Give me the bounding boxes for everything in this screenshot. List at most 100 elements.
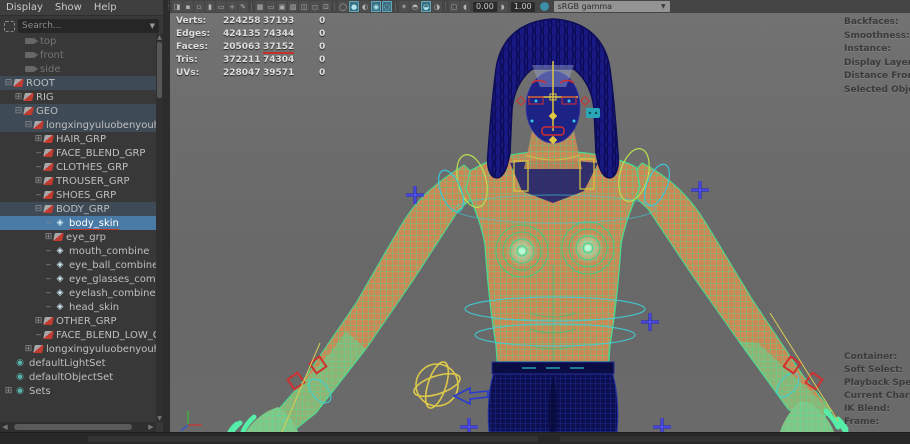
outliner-item-defaultObjectSet[interactable]: ◉defaultObjectSet [0, 370, 156, 384]
outliner-item-front[interactable]: front [0, 48, 156, 62]
film-gate-icon[interactable]: ▦ [255, 1, 265, 12]
grease-pencil-icon[interactable]: ✎ [238, 1, 248, 12]
safe-title-icon[interactable]: ◻ [310, 1, 320, 12]
outliner-item-label: SHOES_GRP [56, 190, 116, 201]
field-chart-icon[interactable]: ▧ [288, 1, 298, 12]
rotate-gyro-control[interactable] [411, 359, 462, 410]
panel-separator[interactable]: ⋮⋮ [163, 0, 170, 432]
outliner-item-mouth_combine[interactable]: ‒◈mouth_combine [0, 244, 156, 258]
chevron-down-icon: ▼ [661, 1, 666, 12]
outliner-item-label: FACE_BLEND_LOW_GRP [56, 330, 156, 341]
outliner-item-CLOTHES_GRP[interactable]: ‒CLOTHES_GRP [0, 160, 156, 174]
outliner-item-ROOT[interactable]: ⊟ROOT [0, 76, 156, 90]
outliner-item-eye_ball_combine[interactable]: ‒◈eye_ball_combine [0, 258, 156, 272]
vertical-scroll-thumb[interactable] [157, 42, 162, 98]
outliner-vertical-scrollbar[interactable]: ▲ ▼ [156, 34, 163, 422]
shaded-icon[interactable]: ● [349, 1, 359, 12]
outliner-item-label: longxingyuluobenyouhuaban_L [46, 344, 156, 355]
scroll-left-icon[interactable]: ◀ [0, 423, 10, 431]
ao-icon[interactable]: ◒ [421, 1, 431, 12]
expand-icon[interactable]: ⊞ [3, 386, 14, 396]
outliner-item-side[interactable]: side [0, 62, 156, 76]
character-jeans [488, 362, 617, 432]
outliner-item-OTHER_GRP[interactable]: ⊞OTHER_GRP [0, 314, 156, 328]
exposure-icon[interactable]: ◖ [460, 1, 470, 12]
tree-connector: ‒ [43, 274, 54, 284]
poly-count-value: Faces: [176, 42, 208, 52]
outliner-item-label: OTHER_GRP [56, 316, 117, 327]
set-icon: ◉ [14, 372, 26, 382]
resolution-gate-icon[interactable]: ▭ [266, 1, 276, 12]
search-options-icon[interactable]: ▼ [150, 23, 155, 30]
scroll-up-icon[interactable]: ▲ [156, 34, 163, 41]
transform-icon [43, 317, 54, 325]
outliner-search-row: ▼ [0, 16, 163, 36]
outliner-item-TROUSER_GRP[interactable]: ⊞TROUSER_GRP [0, 174, 156, 188]
outliner-item-head_skin[interactable]: ‒◈head_skin [0, 300, 156, 314]
hud-label: Container: [844, 351, 910, 364]
outliner-item-eye_grp[interactable]: ⊞eye_grp [0, 230, 156, 244]
xray-icon[interactable]: ◌ [382, 1, 392, 12]
poly-count-value: UVs: [176, 68, 199, 78]
outliner-item-HAIR_GRP[interactable]: ⊞HAIR_GRP [0, 132, 156, 146]
viewport-panel: ◨▪▫▮▭+✎▦▭▣▧◫◻⊡◯●◐◉◌✶◓◒◑▢ ◖ 0.00 ◗ 1.00 s… [170, 0, 910, 432]
outliner-item-RIG[interactable]: ⊞RIG [0, 90, 156, 104]
outliner-item-top[interactable]: top [0, 34, 156, 48]
outliner-item-defaultLightSet[interactable]: ◉defaultLightSet [0, 356, 156, 370]
outliner-horizontal-scrollbar[interactable]: ◀ ▶ [0, 422, 156, 432]
pan-zoom-icon[interactable]: + [227, 1, 237, 12]
select-camera-icon[interactable]: ◨ [172, 1, 182, 12]
menu-show[interactable]: Show [55, 2, 82, 13]
bookmark-icon[interactable]: ▮ [205, 1, 215, 12]
outliner-panel: Display Show Help ▼ topfrontside⊟ROOT⊞RI… [0, 0, 163, 432]
color-management-icon[interactable] [540, 2, 549, 11]
menu-display[interactable]: Display [6, 2, 43, 13]
search-input[interactable] [22, 21, 150, 31]
range-slider-right[interactable] [560, 436, 840, 442]
direction-arrow-control[interactable] [454, 388, 488, 404]
motion-blur-icon[interactable]: ◑ [432, 1, 442, 12]
outliner-item-label: CLOTHES_GRP [56, 162, 128, 173]
range-slider[interactable] [88, 436, 538, 442]
menu-help[interactable]: Help [94, 2, 117, 13]
wire-on-shaded-icon[interactable]: ◉ [371, 1, 381, 12]
outliner-item-Sets[interactable]: ⊞◉Sets [0, 384, 156, 398]
safe-action-icon[interactable]: ◫ [299, 1, 309, 12]
camera-attributes-icon[interactable]: ▫ [194, 1, 204, 12]
gamma-field[interactable]: 1.00 [511, 2, 535, 12]
scroll-right-icon[interactable]: ▶ [146, 423, 156, 431]
horizontal-scroll-thumb[interactable] [14, 424, 132, 430]
textured-icon[interactable]: ◐ [360, 1, 370, 12]
lighting-all-icon[interactable]: ✶ [399, 1, 409, 12]
shadows-icon[interactable]: ◓ [410, 1, 420, 12]
camera-icon [25, 38, 34, 44]
outliner-item-eye_glasses_combine[interactable]: ‒◈eye_glasses_combine [0, 272, 156, 286]
outliner-item-FACE_BLEND_LOW_GRP[interactable]: ‒FACE_BLEND_LOW_GRP [0, 328, 156, 342]
outliner-item-label: HAIR_GRP [56, 134, 106, 145]
poly-count-value: 205063 [223, 42, 261, 52]
outliner-item-FACE_BLEND_GRP[interactable]: ‒FACE_BLEND_GRP [0, 146, 156, 160]
outliner-item-body_skin[interactable]: ‒◈body_skin [0, 216, 156, 230]
transform-icon [43, 331, 54, 339]
camera-lock-icon[interactable]: ▪ [183, 1, 193, 12]
outliner-item-GEO[interactable]: ⊟GEO [0, 104, 156, 118]
timeline-strip[interactable] [0, 432, 910, 444]
outliner-item-SHOES_GRP[interactable]: ‒SHOES_GRP [0, 188, 156, 202]
poly-count-value: 74344 [263, 29, 294, 39]
image-plane-icon[interactable]: ▭ [216, 1, 226, 12]
outliner-item-eyelash_combine[interactable]: ‒◈eyelash_combine [0, 286, 156, 300]
scroll-down-icon[interactable]: ▼ [156, 415, 163, 422]
exposure-field[interactable]: 0.00 [473, 2, 497, 12]
isolate-select-icon[interactable]: ▢ [449, 1, 459, 12]
wireframe-icon[interactable]: ◯ [338, 1, 348, 12]
gamma-icon[interactable]: ◗ [498, 1, 508, 12]
frame-all-icon[interactable]: ⊡ [321, 1, 331, 12]
viewport-canvas[interactable]: Verts:224258371930Edges:424135743440Face… [170, 13, 910, 432]
outliner-item-BODY_GRP[interactable]: ⊟BODY_GRP [0, 202, 156, 216]
gate-mask-icon[interactable]: ▣ [277, 1, 287, 12]
view-transform-dropdown[interactable]: sRGB gamma ▼ [554, 1, 670, 12]
outliner-item-longxingyuluobenyouhuaban_L[interactable]: ⊞longxingyuluobenyouhuaban_L [0, 342, 156, 356]
filter-icon[interactable] [4, 21, 15, 32]
hud-label: Playback Speed: [844, 377, 910, 390]
outliner-item-longxingyuluobenyouhuaban_H[interactable]: ⊟longxingyuluobenyouhuaban_H [0, 118, 156, 132]
